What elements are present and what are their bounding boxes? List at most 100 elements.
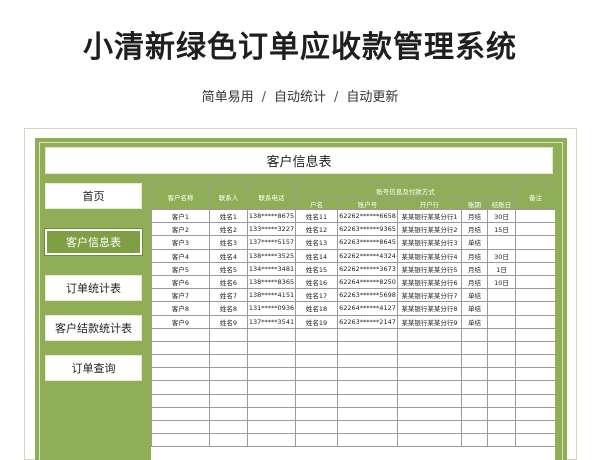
empty-cell[interactable] — [486, 340, 517, 356]
cell-settle-day[interactable] — [486, 301, 517, 316]
cell-notes[interactable] — [515, 248, 555, 263]
empty-cell[interactable] — [247, 327, 296, 342]
header-contact[interactable]: 联系人 — [209, 183, 248, 210]
cell-customer-name[interactable]: 客户4 — [151, 248, 210, 263]
cell-bank[interactable]: 某某银行某某分行2 — [397, 222, 462, 237]
cell-terms[interactable]: 月结 — [461, 261, 488, 276]
empty-cell[interactable] — [247, 433, 296, 448]
cell-terms[interactable]: 单结 — [461, 301, 488, 316]
empty-cell[interactable] — [247, 367, 296, 382]
empty-cell[interactable] — [515, 380, 555, 395]
cell-customer-name[interactable]: 客户1 — [151, 208, 210, 224]
cell-terms[interactable]: 月结 — [461, 274, 488, 290]
header-customer-name[interactable]: 客户名称 — [151, 183, 210, 210]
cell-bank[interactable]: 某某银行某某分行6 — [397, 274, 462, 290]
cell-phone[interactable]: 137*****3541 — [247, 314, 296, 329]
cell-terms[interactable]: 月结 — [461, 248, 488, 263]
empty-cell[interactable] — [337, 393, 398, 408]
cell-account-no[interactable]: 62263******2147 — [337, 314, 398, 329]
cell-account-name[interactable]: 姓名18 — [295, 301, 338, 316]
cell-contact[interactable]: 姓名8 — [209, 301, 248, 316]
empty-cell[interactable] — [397, 340, 462, 356]
cell-customer-name[interactable]: 客户3 — [151, 235, 210, 250]
cell-account-name[interactable]: 姓名14 — [295, 248, 338, 263]
empty-cell[interactable] — [515, 367, 555, 382]
nav-home-button[interactable]: 首页 — [45, 183, 142, 209]
cell-settle-day[interactable] — [486, 314, 517, 329]
cell-account-name[interactable]: 姓名16 — [295, 274, 338, 290]
empty-cell[interactable] — [151, 367, 210, 382]
empty-cell[interactable] — [151, 406, 210, 422]
empty-cell[interactable] — [247, 419, 296, 435]
header-notes[interactable]: 备注 — [515, 183, 555, 210]
cell-settle-day[interactable]: 30日 — [486, 248, 517, 263]
cell-notes[interactable] — [515, 235, 555, 250]
cell-phone[interactable]: 134*****3481 — [247, 261, 296, 276]
empty-cell[interactable] — [295, 419, 338, 435]
empty-cell[interactable] — [209, 419, 248, 435]
empty-cell[interactable] — [337, 406, 398, 422]
cell-customer-name[interactable]: 客户6 — [151, 274, 210, 290]
cell-contact[interactable]: 姓名6 — [209, 274, 248, 290]
empty-cell[interactable] — [337, 367, 398, 382]
nav-customer-info-button[interactable]: 客户信息表 — [44, 228, 143, 256]
cell-settle-day[interactable] — [486, 288, 517, 303]
cell-contact[interactable]: 姓名7 — [209, 288, 248, 303]
cell-account-no[interactable]: 62262******6658 — [337, 208, 398, 224]
empty-cell[interactable] — [486, 406, 517, 422]
cell-bank[interactable]: 某某银行某某分行1 — [397, 208, 462, 224]
cell-account-name[interactable]: 姓名19 — [295, 314, 338, 329]
empty-cell[interactable] — [151, 419, 210, 435]
cell-notes[interactable] — [515, 314, 555, 329]
cell-account-no[interactable]: 62263******5698 — [337, 288, 398, 303]
empty-cell[interactable] — [295, 433, 338, 448]
cell-settle-day[interactable]: 1日 — [486, 261, 517, 276]
empty-cell[interactable] — [151, 393, 210, 408]
cell-contact[interactable]: 姓名3 — [209, 235, 248, 250]
empty-cell[interactable] — [461, 327, 488, 342]
empty-cell[interactable] — [486, 354, 517, 369]
empty-cell[interactable] — [515, 393, 555, 408]
empty-cell[interactable] — [247, 380, 296, 395]
empty-cell[interactable] — [337, 380, 398, 395]
cell-account-name[interactable]: 姓名12 — [295, 222, 338, 237]
header-settle-day[interactable]: 结账日 — [486, 197, 517, 210]
cell-account-no[interactable]: 62264******4127 — [337, 301, 398, 316]
empty-cell[interactable] — [397, 433, 462, 448]
empty-cell[interactable] — [515, 419, 555, 435]
empty-cell[interactable] — [515, 327, 555, 342]
empty-cell[interactable] — [515, 354, 555, 369]
empty-cell[interactable] — [397, 354, 462, 369]
empty-cell[interactable] — [337, 327, 398, 342]
empty-cell[interactable] — [209, 354, 248, 369]
cell-contact[interactable]: 姓名9 — [209, 314, 248, 329]
empty-cell[interactable] — [461, 367, 488, 382]
empty-cell[interactable] — [486, 327, 517, 342]
header-account-no[interactable]: 账户号 — [337, 197, 398, 210]
cell-settle-day[interactable]: 10日 — [486, 274, 517, 290]
cell-phone[interactable]: 133*****3227 — [247, 222, 296, 237]
cell-account-no[interactable]: 62262******4324 — [337, 248, 398, 263]
empty-cell[interactable] — [515, 433, 555, 448]
cell-phone[interactable]: 131*****0936 — [247, 301, 296, 316]
empty-cell[interactable] — [486, 419, 517, 435]
empty-cell[interactable] — [209, 327, 248, 342]
cell-bank[interactable]: 某某银行某某分行3 — [397, 235, 462, 250]
empty-cell[interactable] — [397, 393, 462, 408]
cell-settle-day[interactable]: 15日 — [486, 222, 517, 237]
cell-terms[interactable]: 月结 — [461, 222, 488, 237]
cell-terms[interactable]: 月结 — [461, 208, 488, 224]
cell-phone[interactable]: 137*****5157 — [247, 235, 296, 250]
header-account-name[interactable]: 户名 — [295, 197, 338, 210]
cell-notes[interactable] — [515, 222, 555, 237]
header-terms[interactable]: 账期 — [461, 197, 488, 210]
cell-account-no[interactable]: 62262******3673 — [337, 261, 398, 276]
empty-cell[interactable] — [461, 354, 488, 369]
cell-notes[interactable] — [515, 288, 555, 303]
cell-contact[interactable]: 姓名5 — [209, 261, 248, 276]
cell-contact[interactable]: 姓名1 — [209, 208, 248, 224]
empty-cell[interactable] — [295, 406, 338, 422]
cell-settle-day[interactable] — [486, 235, 517, 250]
empty-cell[interactable] — [295, 327, 338, 342]
cell-account-name[interactable]: 姓名15 — [295, 261, 338, 276]
